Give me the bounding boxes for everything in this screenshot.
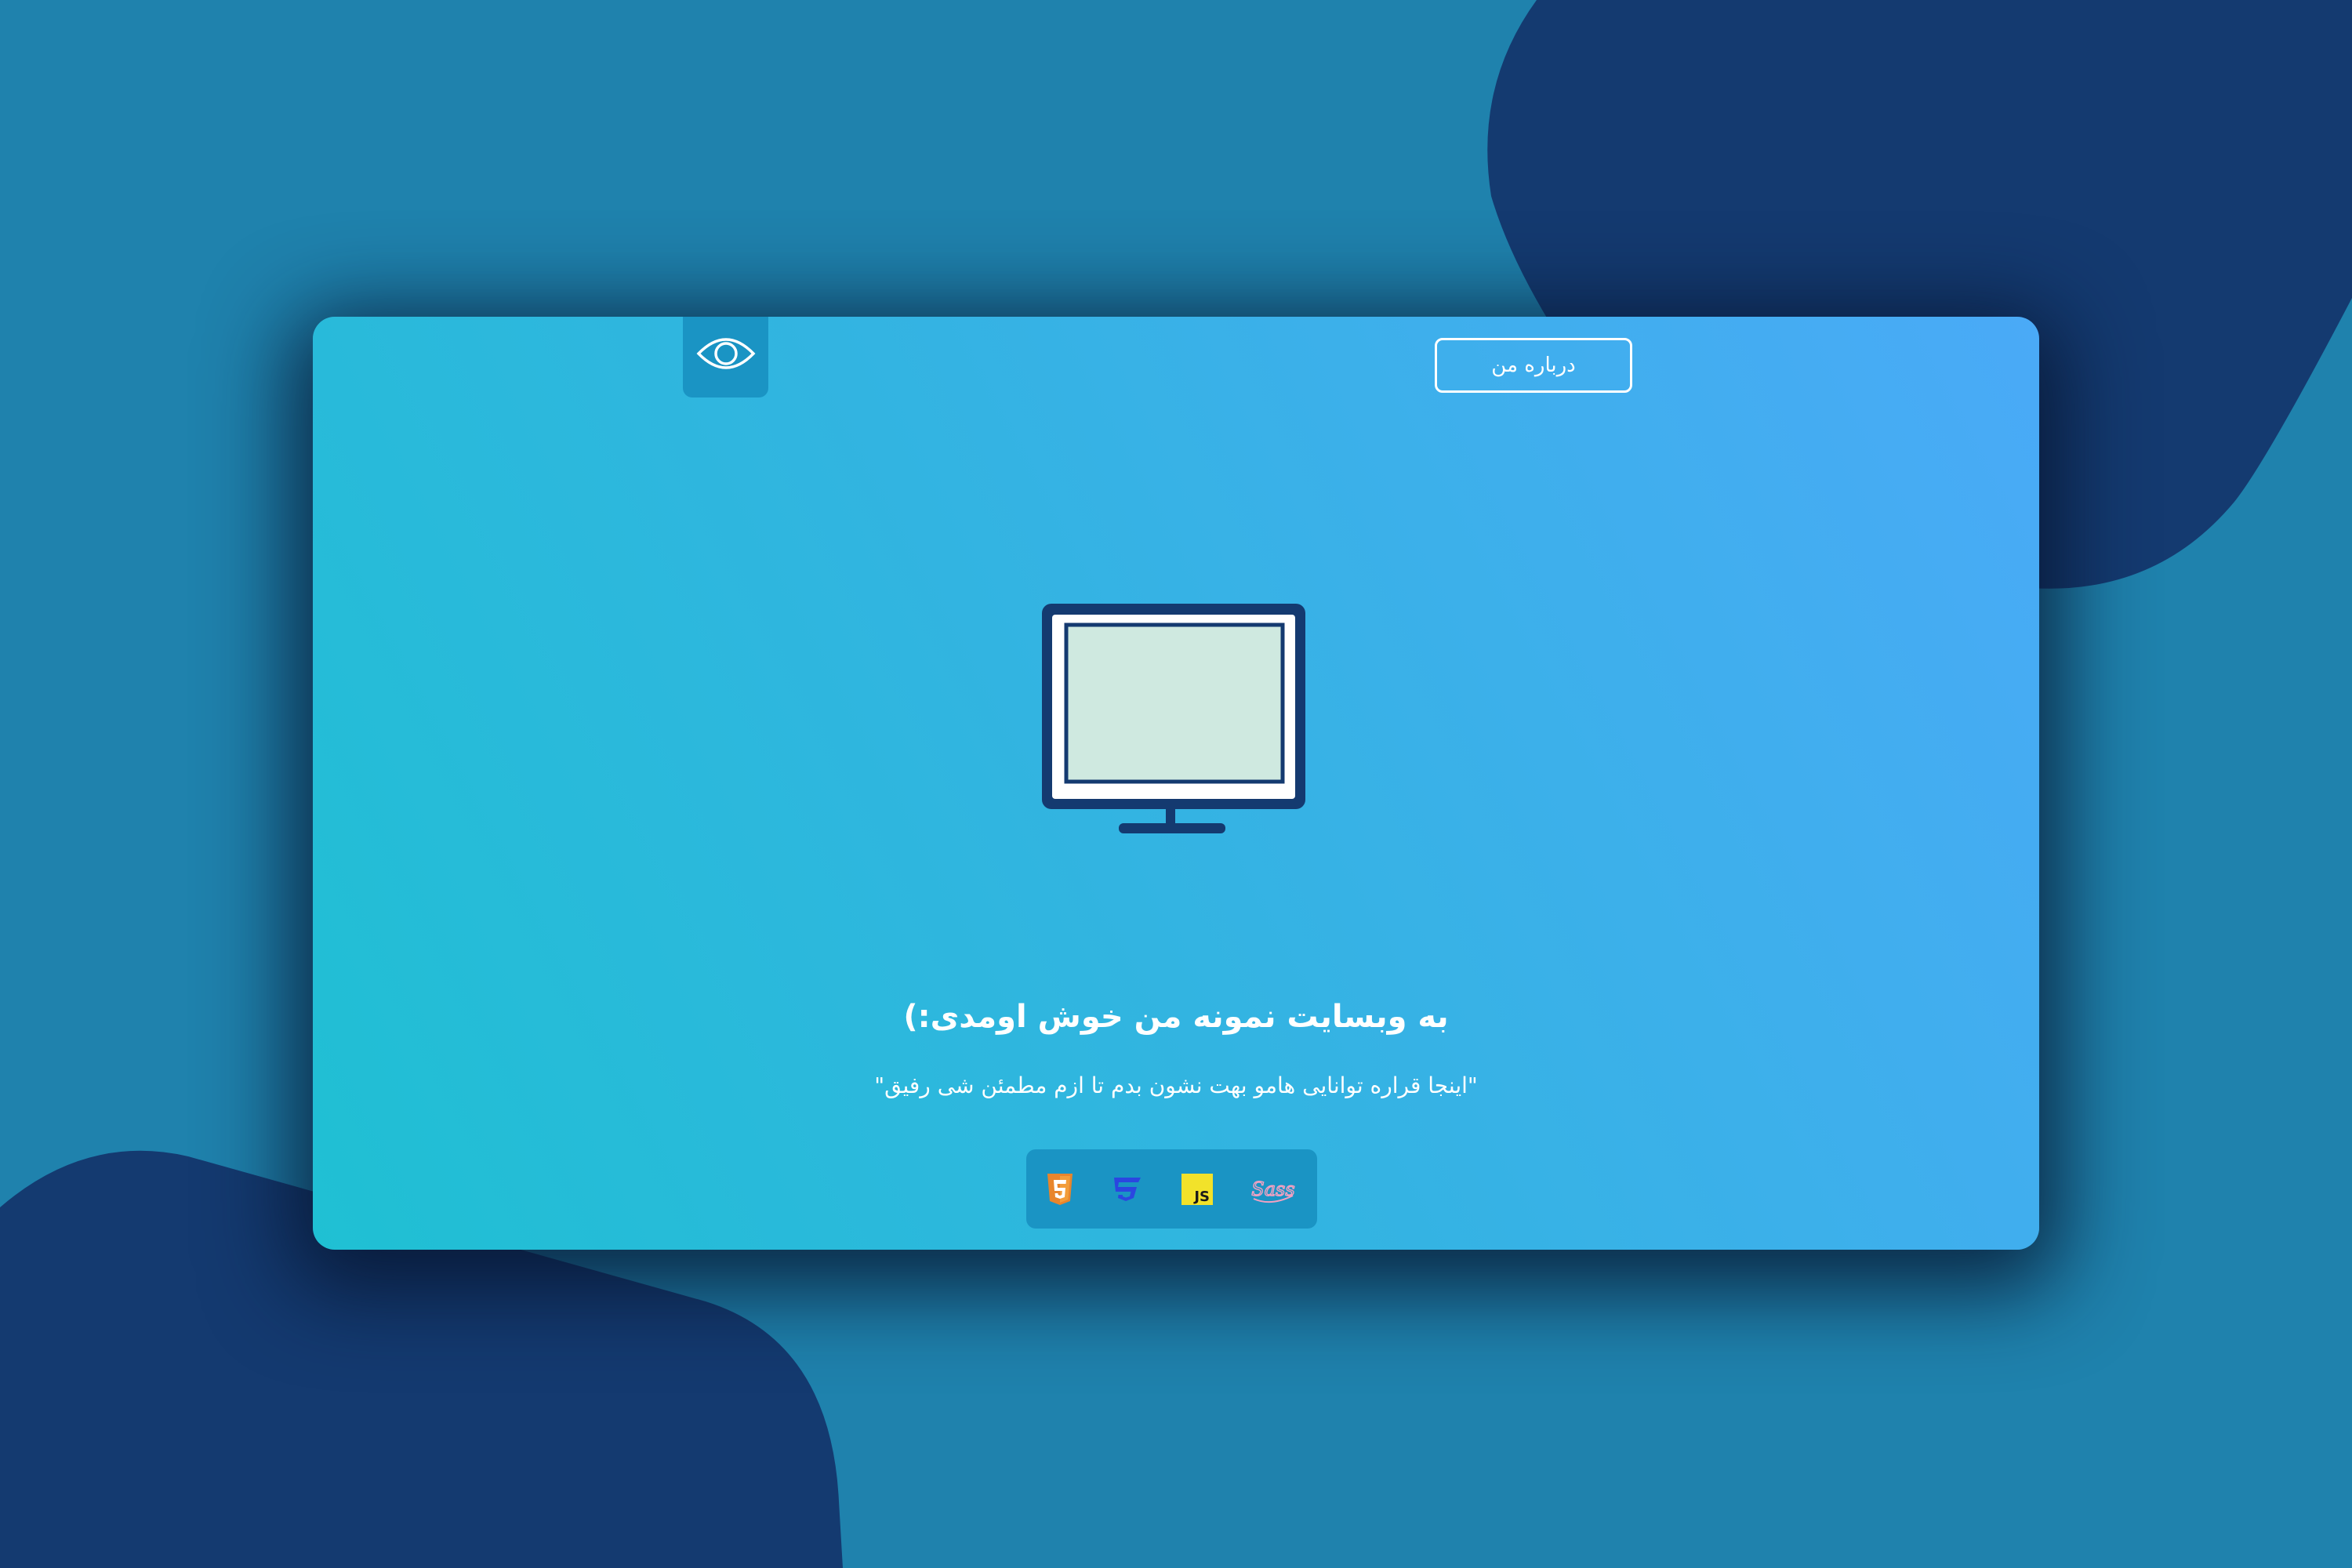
about-me-button[interactable]: درباره من — [1435, 338, 1632, 393]
html5-icon[interactable] — [1047, 1173, 1073, 1206]
monitor-icon — [1042, 604, 1305, 833]
hero-title: به وبسایت نمونه من خوش اومدی:) — [903, 999, 1449, 1035]
sass-icon[interactable]: Sass — [1249, 1172, 1298, 1207]
tech-stack-bar: JS Sass — [1026, 1149, 1317, 1229]
javascript-icon[interactable]: JS — [1181, 1173, 1213, 1205]
eye-icon — [696, 337, 755, 369]
hero-card: درباره من به وبسایت نمونه من خوش اومدی:)… — [313, 317, 2039, 1250]
svg-text:JS: JS — [1192, 1189, 1210, 1205]
css3-icon[interactable] — [1109, 1175, 1145, 1203]
logo-tab[interactable] — [683, 317, 768, 397]
hero-subtitle: "اینجا قراره توانایی هامو بهت نشون بدم ت… — [874, 1073, 1478, 1098]
